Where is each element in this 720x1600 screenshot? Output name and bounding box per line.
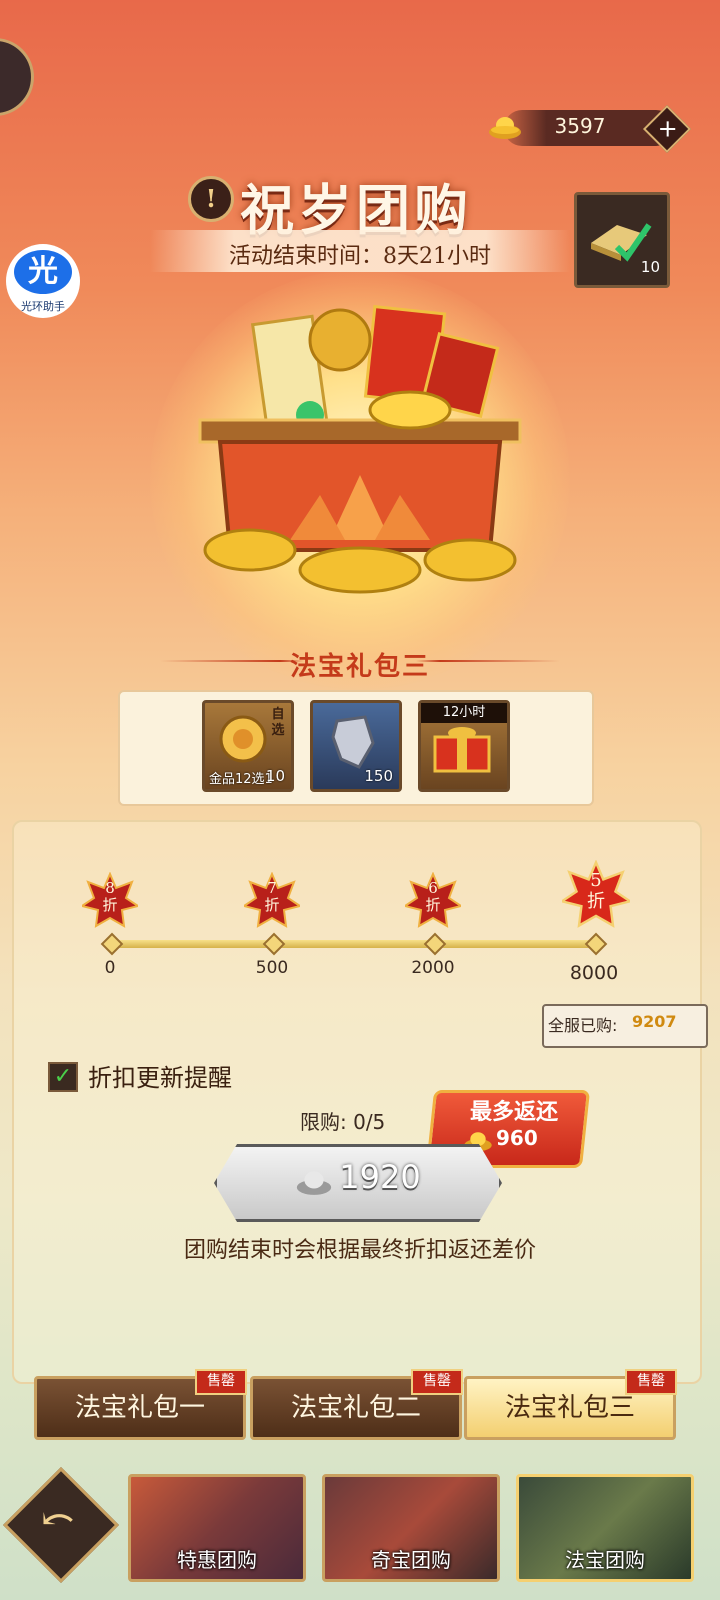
sold-out-badge: 售罄 [625, 1369, 677, 1395]
threshold-label: 2000 [411, 958, 455, 978]
nav-tab-label: 特惠团购 [177, 1548, 257, 1572]
tier-rate: 8折 [102, 879, 118, 914]
nav-tab-label: 法宝团购 [565, 1548, 645, 1572]
discount-remind-checkbox[interactable]: ✓ [48, 1062, 78, 1092]
selectable-tag: 自选 [271, 707, 285, 738]
tab-pack-1[interactable]: 法宝礼包一 售罄 [34, 1369, 247, 1440]
info-icon[interactable]: ! [188, 176, 234, 222]
max-refund-value: 960 [496, 1126, 538, 1150]
item-count: 10 [640, 258, 660, 276]
treasure-chest-icon [198, 304, 522, 594]
tab-label: 法宝礼包三 [504, 1393, 635, 1423]
purchase-limit: 限购: 0/5 [300, 1110, 386, 1134]
nav-tab-treasure-group-buy[interactable]: 法宝团购 [516, 1474, 694, 1582]
tier-rate: 5折 [587, 870, 605, 912]
currency-value: 3597 [554, 114, 606, 138]
item-slot-medal[interactable]: 自选 金品12选1 10 [202, 700, 294, 792]
discount-remind-label: 折扣更新提醒 [88, 1064, 232, 1092]
item-count: 10 [265, 767, 285, 785]
discount-progress-track [110, 940, 596, 948]
threshold-label: 500 [255, 958, 289, 978]
silver-ingot-icon [296, 1171, 332, 1195]
assistant-label: 光环助手 [21, 300, 65, 313]
tier-rate: 7折 [264, 879, 280, 914]
server-sold-value: 9207 [632, 1012, 677, 1031]
nav-tab-special-group-buy[interactable]: 特惠团购 [128, 1474, 306, 1582]
avatar[interactable] [0, 38, 34, 116]
nav-tab-rare-group-buy[interactable]: 奇宝团购 [322, 1474, 500, 1582]
max-refund-title: 最多返还 [469, 1099, 558, 1125]
plus-icon: + [657, 114, 678, 143]
threshold-label: 8000 [569, 962, 619, 984]
back-arrow-icon: ⤺ [41, 1496, 75, 1542]
item-slot-giftbox[interactable]: 12小时 [418, 700, 510, 792]
tier-rate: 6折 [425, 879, 441, 914]
item-slot-stone[interactable]: 150 [310, 700, 402, 792]
assistant-icon: 光 [14, 250, 72, 294]
buy-price: 1920 [339, 1158, 421, 1196]
nav-tab-label: 奇宝团购 [371, 1548, 451, 1572]
threshold-label: 0 [104, 958, 116, 978]
tab-pack-3[interactable]: 法宝礼包三 售罄 [464, 1369, 677, 1440]
duration-label: 12小时 [421, 703, 507, 723]
gold-ingot-icon [489, 117, 521, 139]
tab-label: 法宝礼包二 [290, 1393, 421, 1423]
item-count: 150 [364, 767, 393, 785]
refund-note: 团购结束时会根据最终折扣返还差价 [183, 1238, 536, 1263]
tab-pack-2[interactable]: 法宝礼包二 售罄 [250, 1369, 463, 1440]
event-end-time: 活动结束时间：8天21小时 [229, 244, 491, 269]
pack-title: 法宝礼包三 [289, 652, 430, 682]
server-sold-label: 全服已购: [548, 1016, 618, 1035]
sold-out-badge: 售罄 [195, 1369, 247, 1395]
tab-label: 法宝礼包一 [74, 1393, 205, 1423]
item-tag: 金品12选1 [209, 772, 273, 787]
sold-out-badge: 售罄 [411, 1369, 463, 1395]
